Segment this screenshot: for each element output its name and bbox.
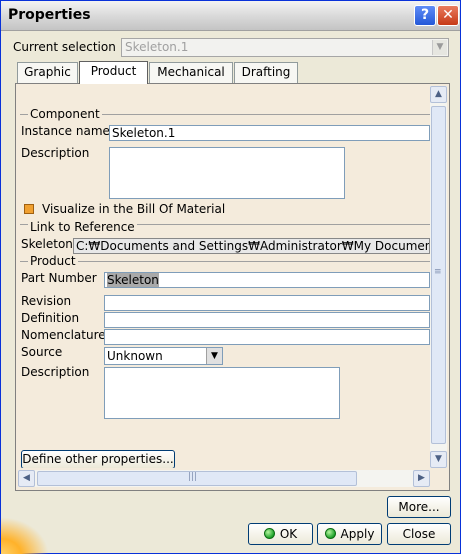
close-window-button[interactable]: ✕ (437, 5, 459, 26)
chevron-down-icon: ▼ (432, 40, 447, 55)
component-description-label: Description (21, 146, 90, 160)
scroll-left-icon[interactable]: ◀ (18, 470, 35, 487)
tab-product[interactable]: Product (79, 61, 148, 84)
revision-label: Revision (21, 294, 72, 308)
nomenclature-label: Nomenclature (21, 328, 106, 342)
product-group-label: Product (28, 254, 78, 268)
product-tab-panel: Component Instance name Skeleton.1 Descr… (15, 83, 450, 491)
revision-field[interactable] (104, 295, 430, 311)
window-title: Properties (8, 7, 91, 23)
grip-icon: ≡ (434, 267, 442, 277)
part-number-label: Part Number (21, 271, 97, 285)
apply-label: Apply (340, 527, 375, 541)
part-number-value: Skeleton (107, 273, 159, 287)
tab-mechanical[interactable]: Mechanical (149, 62, 233, 83)
current-selection-value: Skeleton.1 (125, 40, 189, 54)
properties-dialog: Properties ? ✕ Current selection : Skele… (0, 0, 461, 554)
help-button[interactable]: ? (414, 5, 436, 26)
horizontal-scrollbar[interactable]: ◀ ||| ▶ (18, 470, 430, 487)
definition-label: Definition (21, 311, 80, 325)
component-description-field[interactable] (109, 147, 345, 199)
define-other-properties-button[interactable]: Define other properties... (21, 450, 175, 468)
scroll-down-icon[interactable]: ▼ (430, 451, 447, 468)
more-button[interactable]: More... (387, 496, 451, 518)
apply-bulb-icon (324, 528, 336, 539)
apply-button[interactable]: Apply (317, 523, 382, 545)
title-bar: Properties ? ✕ (1, 1, 460, 31)
scroll-up-icon[interactable]: ▲ (430, 86, 447, 103)
product-description-label: Description (21, 365, 90, 379)
product-description-field[interactable] (104, 367, 340, 419)
hgrip-icon: ||| (188, 472, 198, 482)
scrollable-content: Component Instance name Skeleton.1 Descr… (18, 86, 430, 468)
instance-name-label: Instance name (21, 124, 110, 138)
ok-button[interactable]: OK (248, 523, 313, 545)
part-number-field[interactable]: Skeleton (104, 272, 430, 288)
source-label: Source (21, 345, 63, 359)
current-selection-dropdown: Skeleton.1 ▼ (121, 38, 449, 57)
tab-graphic[interactable]: Graphic (17, 62, 78, 83)
skeleton-path-field: C:₩Documents and Settings₩Administrator₩… (73, 238, 430, 254)
source-dropdown[interactable]: Unknown ▼ (104, 347, 223, 365)
tab-drafting[interactable]: Drafting (234, 62, 298, 83)
close-button[interactable]: Close (387, 523, 451, 545)
source-value: Unknown (107, 349, 163, 363)
nomenclature-field[interactable] (104, 329, 430, 345)
skeleton-label: Skeleton (21, 237, 73, 251)
vertical-scrollbar[interactable]: ▲ ≡ ▼ (430, 86, 447, 468)
ok-label: OK (279, 527, 298, 541)
scroll-right-icon[interactable]: ▶ (413, 470, 430, 487)
horizontal-scroll-thumb[interactable]: ||| (37, 471, 357, 486)
product-group-border (20, 261, 430, 262)
component-group-label: Component (28, 107, 102, 121)
chevron-down-icon: ▼ (206, 348, 222, 364)
link-group-label: Link to Reference (28, 220, 137, 234)
visualize-bom-label: Visualize in the Bill Of Material (42, 202, 226, 216)
ok-bulb-icon (263, 528, 275, 539)
decorative-glow-icon (1, 517, 49, 554)
definition-field[interactable] (104, 312, 430, 328)
vertical-scroll-thumb[interactable]: ≡ (431, 106, 446, 444)
current-selection-label: Current selection : (13, 40, 124, 54)
instance-name-field[interactable]: Skeleton.1 (109, 125, 430, 141)
visualize-bom-checkbox[interactable] (24, 204, 34, 214)
